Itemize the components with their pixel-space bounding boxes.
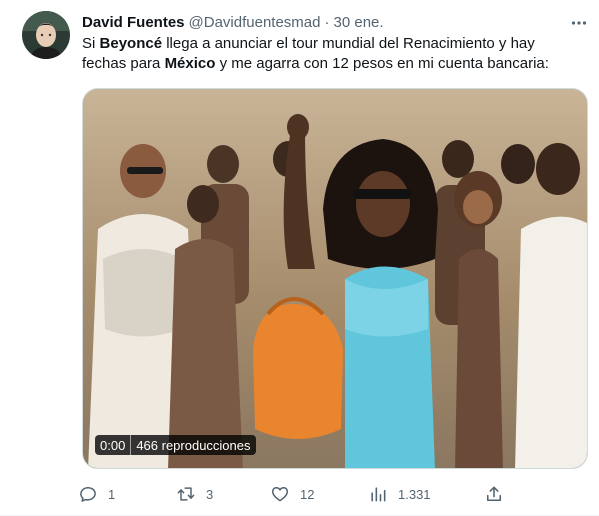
video-thumbnail bbox=[83, 89, 587, 468]
tweet-actions-bar: 1 3 12 1.331 bbox=[78, 484, 518, 504]
views-button[interactable]: 1.331 bbox=[368, 484, 431, 504]
retweet-icon bbox=[177, 487, 195, 501]
like-count: 12 bbox=[300, 486, 315, 502]
like-button[interactable]: 12 bbox=[270, 484, 314, 504]
tweet-date[interactable]: 30 ene. bbox=[334, 14, 384, 31]
reply-icon bbox=[80, 487, 96, 502]
retweet-button[interactable]: 3 bbox=[176, 484, 213, 504]
reply-count: 1 bbox=[108, 486, 116, 502]
video-player[interactable]: 0:00 466 reproducciones bbox=[82, 88, 588, 469]
video-timestamp: 0:00 bbox=[100, 437, 126, 453]
badge-divider bbox=[130, 435, 132, 455]
tweet-text: Si Beyoncé llega a anunciar el tour mund… bbox=[82, 34, 582, 74]
video-overlay-badges: 0:00 466 reproducciones bbox=[95, 435, 256, 455]
tweet-text-bold-mexico: México bbox=[164, 55, 216, 72]
more-horizontal-icon bbox=[571, 21, 587, 25]
author-handle[interactable]: @Davidfuentesmad bbox=[189, 14, 321, 31]
tweet-header: David Fuentes @Davidfuentesmad · 30 ene. bbox=[82, 12, 384, 32]
views-count: 1.331 bbox=[398, 486, 431, 502]
tweet-text-part: y me agarra con 12 pesos en mi cuenta ba… bbox=[215, 55, 549, 72]
share-upload-icon bbox=[486, 486, 502, 502]
views-bar-chart-icon bbox=[371, 487, 386, 502]
tweet-text-part: Si bbox=[82, 35, 100, 52]
author-name[interactable]: David Fuentes bbox=[82, 14, 185, 31]
tweet-text-bold-beyonce: Beyoncé bbox=[99, 35, 163, 52]
heart-icon bbox=[271, 487, 289, 502]
separator-dot: · bbox=[324, 13, 330, 31]
retweet-count: 3 bbox=[206, 486, 214, 502]
reply-button[interactable]: 1 bbox=[78, 484, 115, 504]
avatar-photo bbox=[22, 11, 70, 59]
video-view-count: 466 reproducciones bbox=[136, 437, 251, 453]
more-options-button[interactable] bbox=[566, 10, 592, 36]
tweet[interactable]: David Fuentes @Davidfuentesmad · 30 ene.… bbox=[0, 0, 599, 516]
avatar[interactable] bbox=[22, 11, 70, 59]
share-button[interactable] bbox=[484, 484, 504, 504]
